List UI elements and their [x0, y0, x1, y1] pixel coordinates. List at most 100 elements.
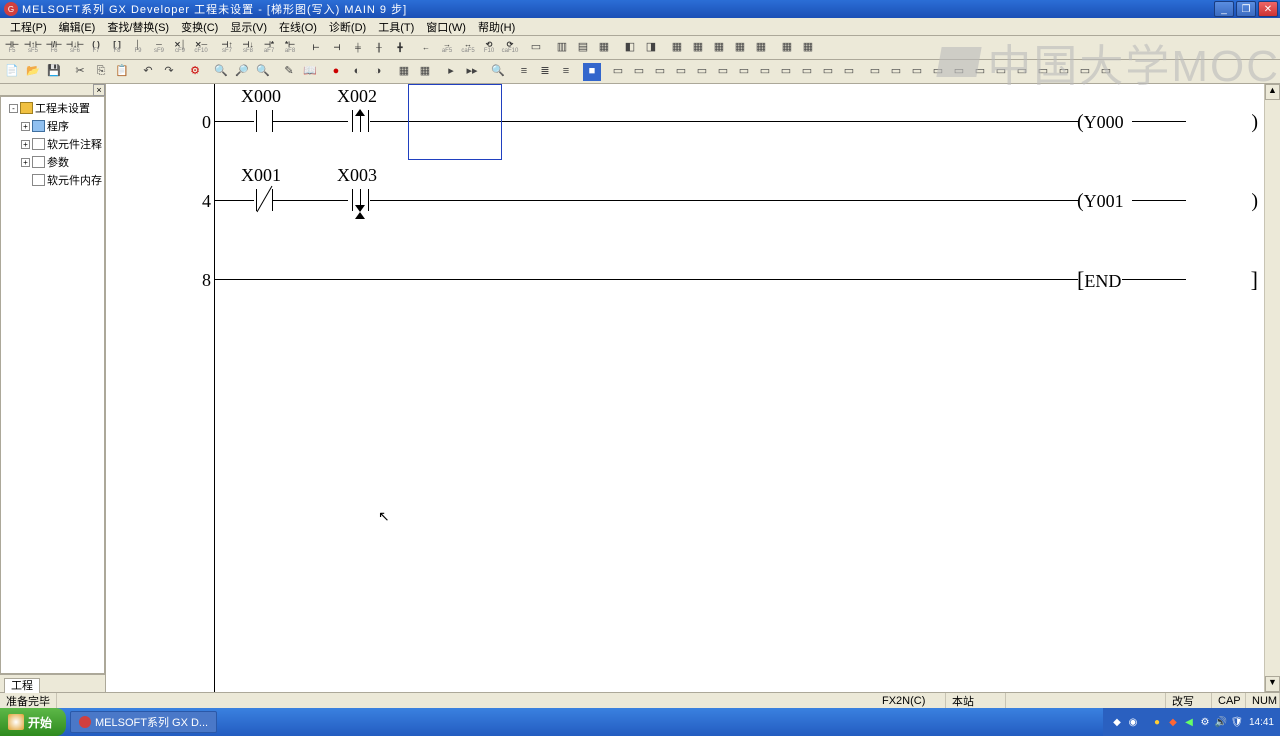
tray-icon[interactable]: ●	[1150, 715, 1164, 729]
tbtn-nc-contact-p[interactable]: ⊣↓⊢sF6	[65, 38, 85, 58]
tbtn-find3[interactable]: 🔍	[253, 62, 273, 82]
tbtn-list3[interactable]: ≡	[556, 62, 576, 82]
tbtn-func[interactable]: [ ]F8	[107, 38, 127, 58]
menu-online[interactable]: 在线(O)	[273, 19, 323, 35]
close-button[interactable]: ✕	[1258, 1, 1278, 17]
tbtn-write[interactable]: ✎	[279, 62, 299, 82]
tbtn-m4[interactable]: ▭	[671, 62, 691, 82]
tbtn-rising[interactable]: ⊣↑sF7	[217, 38, 237, 58]
tbtn-monw[interactable]: ◐	[347, 62, 367, 82]
tbtn-no-contact-p[interactable]: ⊣↑⊢sF5	[23, 38, 43, 58]
tbtn-n8[interactable]: ▭	[1012, 62, 1032, 82]
restore-button[interactable]: ❐	[1236, 1, 1256, 17]
cursor-selection[interactable]	[408, 84, 502, 160]
tree-item-devmem[interactable]: 软元件内存	[3, 171, 102, 189]
tbtn-m2[interactable]: ▭	[629, 62, 649, 82]
tree-close-button[interactable]: ×	[93, 84, 105, 96]
tbtn-zoom[interactable]: 🔍	[488, 62, 508, 82]
tbtn-undo[interactable]: ↶	[138, 62, 158, 82]
tbtn-read[interactable]: 📖	[300, 62, 320, 82]
menu-window[interactable]: 窗口(W)	[420, 19, 472, 35]
tray-icon[interactable]: ◉	[1126, 715, 1140, 729]
tray-icon[interactable]: ◀	[1182, 715, 1196, 729]
tbtn-mon[interactable]: ●	[326, 62, 346, 82]
tbtn-x5[interactable]: ╋	[390, 38, 410, 58]
tbtn-n10[interactable]: ▭	[1054, 62, 1074, 82]
tbtn-list[interactable]: ≡	[514, 62, 534, 82]
tbtn-nc-contact[interactable]: ⊣/⊢F6	[44, 38, 64, 58]
tbtn-m12[interactable]: ▭	[839, 62, 859, 82]
tbtn-no-contact[interactable]: ⊣⊢F5	[2, 38, 22, 58]
tray-icon[interactable]: 🔊	[1214, 715, 1228, 729]
menu-view[interactable]: 显示(V)	[224, 19, 273, 35]
tbtn-box[interactable]: ▭	[526, 38, 546, 58]
taskbar-app-button[interactable]: MELSOFT系列 GX D...	[70, 711, 217, 733]
menu-help[interactable]: 帮助(H)	[472, 19, 521, 35]
tbtn-m1[interactable]: ▭	[608, 62, 628, 82]
menu-find[interactable]: 查找/替换(S)	[101, 19, 175, 35]
vertical-scrollbar[interactable]: ▲ ▼	[1264, 84, 1280, 692]
tray-icon[interactable]: ⚙	[1198, 715, 1212, 729]
tbtn-grid3[interactable]: ▦	[709, 38, 729, 58]
tbtn-hline[interactable]: ─sF9	[149, 38, 169, 58]
tbtn-bar2[interactable]: ▤	[573, 38, 593, 58]
menu-edit[interactable]: 编辑(E)	[53, 19, 102, 35]
menu-tools[interactable]: 工具(T)	[372, 19, 420, 35]
tree-root[interactable]: -工程未设置	[3, 99, 102, 117]
tray-icon[interactable]: ◆	[1166, 715, 1180, 729]
tbtn-g6[interactable]: ▦	[777, 38, 797, 58]
tbtn-new[interactable]: 📄	[2, 62, 22, 82]
tray-icon[interactable]: 🛡	[1230, 715, 1244, 729]
tbtn-n11[interactable]: ▭	[1075, 62, 1095, 82]
tbtn-x3[interactable]: ╪	[348, 38, 368, 58]
tbtn-save[interactable]: 💾	[44, 62, 64, 82]
tbtn-bar3[interactable]: ▦	[594, 38, 614, 58]
tbtn-m9[interactable]: ▭	[776, 62, 796, 82]
menu-convert[interactable]: 变换(C)	[175, 19, 224, 35]
menu-diagnose[interactable]: 诊断(D)	[323, 19, 372, 35]
tbtn-grid4[interactable]: ▦	[730, 38, 750, 58]
tree-item-program[interactable]: +程序	[3, 117, 102, 135]
tray-clock[interactable]: 14:41	[1249, 717, 1274, 728]
tbtn-m8[interactable]: ▭	[755, 62, 775, 82]
tbtn-n7[interactable]: ▭	[991, 62, 1011, 82]
tbtn-mons[interactable]: ◑	[368, 62, 388, 82]
start-button[interactable]: 开始	[0, 708, 66, 736]
tbtn-convert[interactable]: ⚙	[185, 62, 205, 82]
tbtn-del-h[interactable]: ⨯─cF10	[191, 38, 211, 58]
tbtn-grid5[interactable]: ▦	[751, 38, 771, 58]
tbtn-copy[interactable]: ⎘	[91, 62, 111, 82]
tbtn-vline[interactable]: │F9	[128, 38, 148, 58]
tbtn-falling[interactable]: ⊣↓sF8	[238, 38, 258, 58]
tbtn-dev[interactable]: ▦	[394, 62, 414, 82]
tbtn-x2[interactable]: ⊣	[327, 38, 347, 58]
tbtn-grid1[interactable]: ▦	[667, 38, 687, 58]
tbtn-n12[interactable]: ▭	[1096, 62, 1116, 82]
tbtn-x10[interactable]: ⟳caF10	[500, 38, 520, 58]
tbtn-list2[interactable]: ≣	[535, 62, 555, 82]
tbtn-mon2[interactable]: ◨	[641, 38, 661, 58]
tbtn-n2[interactable]: ▭	[886, 62, 906, 82]
tbtn-dev2[interactable]: ▦	[415, 62, 435, 82]
tree-tab-project[interactable]: 工程	[4, 678, 40, 693]
tbtn-x4[interactable]: ╫	[369, 38, 389, 58]
tbtn-x8[interactable]: ↔caF5	[458, 38, 478, 58]
tbtn-inv1[interactable]: ⊣*aF7	[259, 38, 279, 58]
tbtn-step2[interactable]: ▸▸	[462, 62, 482, 82]
tbtn-n6[interactable]: ▭	[970, 62, 990, 82]
tbtn-find2[interactable]: 🔎	[232, 62, 252, 82]
tbtn-x9[interactable]: ⟲F10	[479, 38, 499, 58]
tbtn-x6[interactable]: ←	[416, 38, 436, 58]
end-instruction[interactable]: [END	[1077, 267, 1121, 293]
tbtn-del-v[interactable]: ⨯│cF9	[170, 38, 190, 58]
tbtn-m7[interactable]: ▭	[734, 62, 754, 82]
tbtn-m10[interactable]: ▭	[797, 62, 817, 82]
tbtn-x1[interactable]: ⊢	[306, 38, 326, 58]
tbtn-mon1[interactable]: ◧	[620, 38, 640, 58]
tbtn-find[interactable]: 🔍	[211, 62, 231, 82]
minimize-button[interactable]: _	[1214, 1, 1234, 17]
tbtn-grid2[interactable]: ▦	[688, 38, 708, 58]
tbtn-n1[interactable]: ▭	[865, 62, 885, 82]
tbtn-n5[interactable]: ▭	[949, 62, 969, 82]
tbtn-bar[interactable]: ▥	[552, 38, 572, 58]
